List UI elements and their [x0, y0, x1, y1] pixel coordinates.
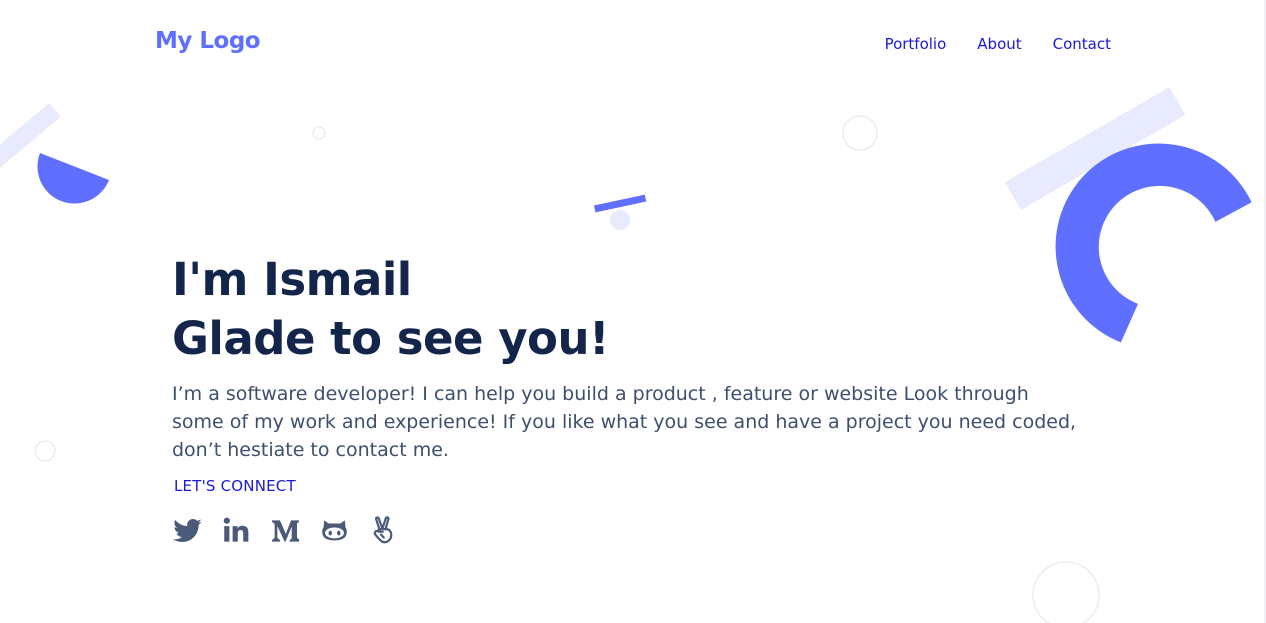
- hero-title: I'm Ismail Glade to see you!: [172, 250, 610, 368]
- social-links: [172, 513, 399, 547]
- lets-connect-link[interactable]: LET'S CONNECT: [174, 477, 296, 495]
- deco-accent-bar-middle: [593, 194, 647, 213]
- deco-half-disk: [37, 153, 109, 204]
- github-link[interactable]: [319, 513, 350, 547]
- twitter-icon: [173, 519, 202, 543]
- linkedin-icon: [223, 517, 249, 542]
- deco-light-dot: [610, 210, 630, 230]
- medium-link[interactable]: [270, 513, 301, 547]
- github-icon: [322, 520, 347, 541]
- angellist-link[interactable]: [368, 513, 399, 547]
- linkedin-link[interactable]: [221, 513, 252, 547]
- deco-outline-circle-bottom: [1032, 561, 1100, 623]
- deco-accent-arc: [1055, 143, 1252, 343]
- hero-title-line2: Glade to see you!: [172, 312, 610, 365]
- medium-icon: [271, 520, 300, 542]
- deco-outline-circle-small: [312, 126, 326, 140]
- angellist-icon: [373, 516, 393, 544]
- twitter-link[interactable]: [172, 513, 203, 547]
- hero-title-line1: I'm Ismail: [172, 253, 412, 306]
- deco-outline-circle-top: [842, 115, 878, 151]
- deco-outline-circle-left: [34, 440, 56, 462]
- hero-description: I’m a software developer! I can help you…: [172, 383, 1077, 461]
